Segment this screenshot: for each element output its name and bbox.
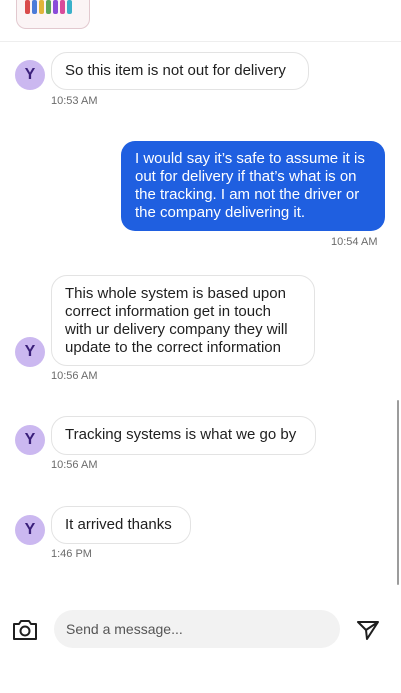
message-line: out for delivery if that’s what is on [135,168,357,185]
message-timestamp: 10:56 AM [51,370,98,382]
message-line: with ur delivery company they will [65,321,288,338]
message-line: correct information get in touch [65,303,271,320]
message-bubble-incoming: This whole system is based upon correct … [51,275,315,366]
send-icon[interactable] [354,617,382,643]
message-line: the tracking. I am not the driver or [135,186,360,203]
message-timestamp: 10:53 AM [51,95,98,107]
message-bubble-incoming: So this item is not out for delivery [51,52,309,90]
message-line: I would say it’s safe to assume it is [135,150,365,167]
camera-icon[interactable] [10,617,40,643]
avatar[interactable]: Y [15,515,45,545]
message-timestamp: 10:56 AM [51,459,98,471]
message-timestamp: 10:54 AM [331,236,378,248]
message-input[interactable] [54,610,340,648]
avatar[interactable]: Y [15,337,45,367]
message-composer [0,603,401,655]
message-line: This whole system is based upon [65,285,286,302]
product-image-thumbnail[interactable] [16,0,90,29]
avatar[interactable]: Y [15,60,45,90]
divider [0,41,401,42]
message-bubble-incoming: It arrived thanks [51,506,191,544]
avatar[interactable]: Y [15,425,45,455]
message-timestamp: 1:46 PM [51,548,92,560]
scrollbar[interactable] [397,400,399,585]
message-line: the company delivering it. [135,204,306,221]
message-line: update to the correct information [65,339,281,356]
message-bubble-outgoing: I would say it’s safe to assume it is ou… [121,141,385,231]
message-bubble-incoming: Tracking systems is what we go by [51,416,316,455]
